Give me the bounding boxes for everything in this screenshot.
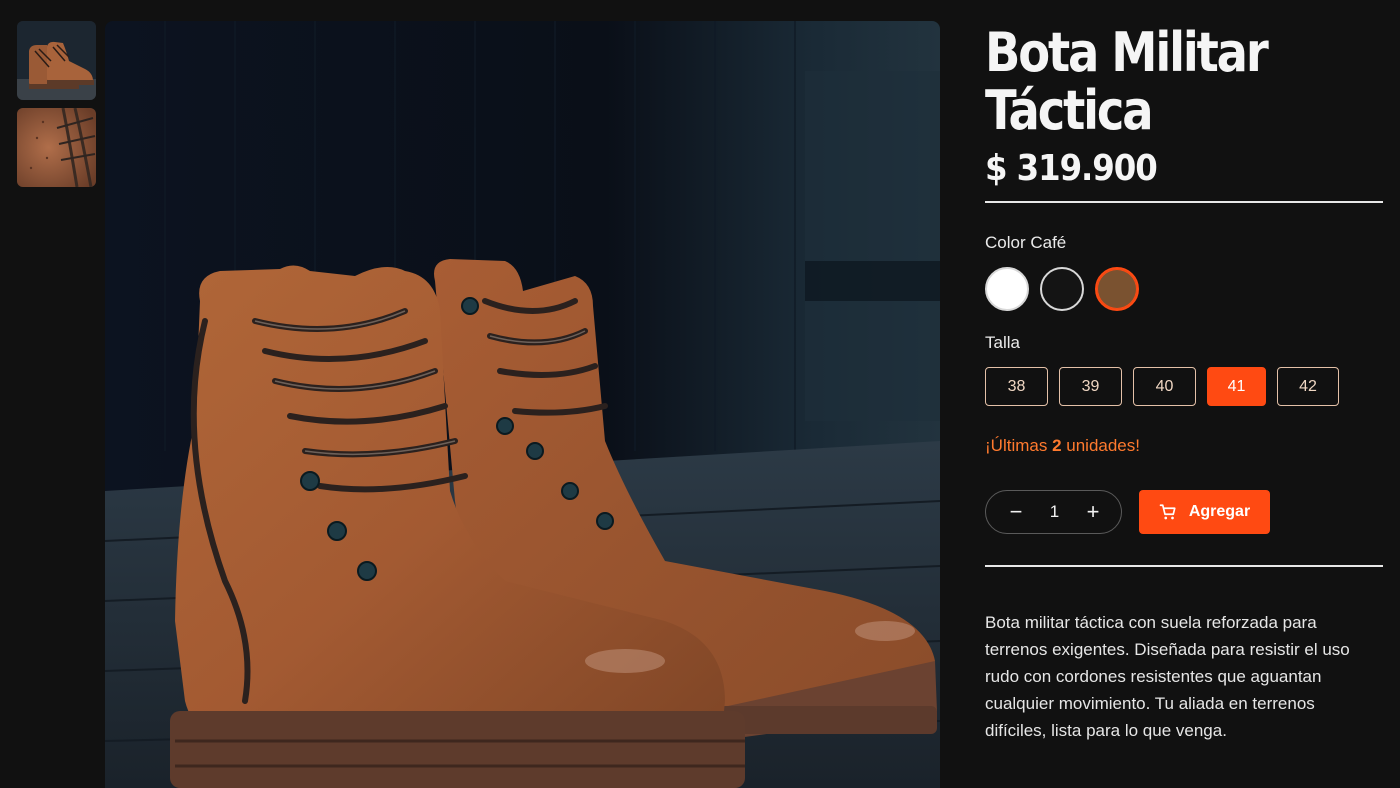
size-option-42[interactable]: 42 [1277, 367, 1339, 406]
main-product-image [105, 21, 940, 788]
leather-texture-image [17, 108, 96, 187]
thumbnail-leather-detail[interactable] [17, 108, 96, 187]
stock-prefix: ¡Últimas [985, 436, 1053, 455]
product-page: Bota Militar Táctica $ 319.900 Color Caf… [0, 0, 1400, 788]
divider [985, 565, 1383, 567]
color-swatch-brown[interactable] [1095, 267, 1139, 311]
product-price: $ 319.900 [985, 148, 1158, 189]
quantity-value: 1 [1049, 502, 1060, 521]
boots-photo [105, 21, 940, 788]
size-options: 38 39 40 41 42 [985, 367, 1383, 406]
divider [985, 201, 1383, 203]
stock-warning: ¡Últimas 2 unidades! [985, 436, 1383, 456]
thumbnail-boots-front[interactable] [17, 21, 96, 100]
size-option-38[interactable]: 38 [985, 367, 1048, 406]
stock-suffix: unidades! [1061, 436, 1140, 455]
boot-thumbnail-image [17, 21, 96, 100]
product-info: Bota Militar Táctica $ 319.900 Color Caf… [985, 24, 1383, 744]
stock-count: 2 [1052, 436, 1062, 455]
color-swatches [985, 267, 1383, 311]
purchase-row: − 1 + Agregar [985, 490, 1383, 534]
thumbnail-list [17, 21, 96, 195]
decrease-quantity-button[interactable]: − [1006, 501, 1026, 523]
color-swatch-white[interactable] [985, 267, 1029, 311]
color-label: Color Café [985, 233, 1067, 252]
product-description: Bota militar táctica con suela reforzada… [985, 613, 1350, 740]
size-option-39[interactable]: 39 [1059, 367, 1122, 406]
increase-quantity-button[interactable]: + [1083, 501, 1103, 523]
color-swatch-black[interactable] [1040, 267, 1084, 311]
product-title: Bota Militar Táctica [985, 24, 1327, 140]
size-option-41[interactable]: 41 [1207, 367, 1266, 406]
add-to-cart-label: Agregar [1188, 503, 1251, 520]
size-option-40[interactable]: 40 [1133, 367, 1196, 406]
title-line-2: Táctica [985, 79, 1154, 142]
title-line-1: Bota Militar [985, 21, 1269, 84]
size-label: Talla [985, 333, 1020, 352]
quantity-stepper: − 1 + [985, 490, 1122, 534]
cart-icon [1159, 504, 1176, 520]
add-to-cart-button[interactable]: Agregar [1139, 490, 1270, 534]
